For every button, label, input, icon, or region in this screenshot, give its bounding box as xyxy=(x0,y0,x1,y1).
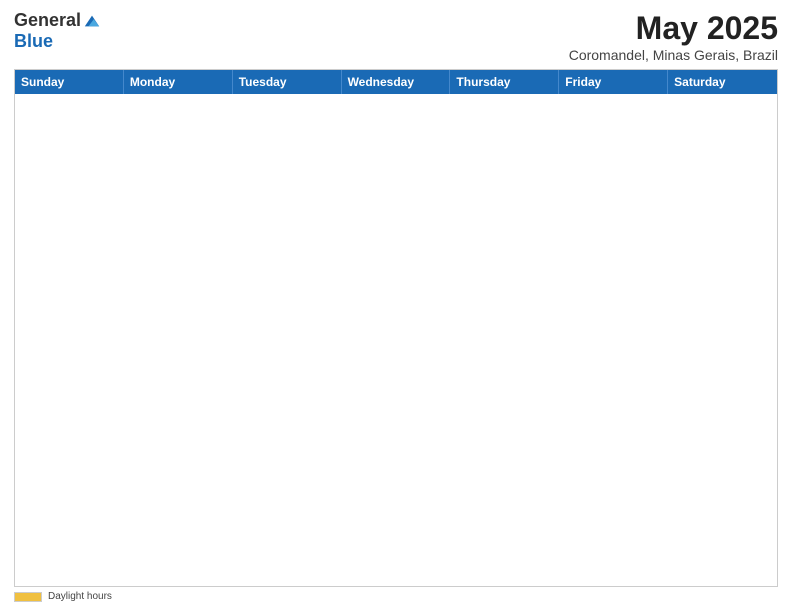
day-of-week-header: Sunday xyxy=(15,70,124,94)
calendar-header: SundayMondayTuesdayWednesdayThursdayFrid… xyxy=(15,70,777,94)
logo: General Blue xyxy=(14,10,101,52)
logo-general: General xyxy=(14,10,81,31)
day-of-week-header: Saturday xyxy=(668,70,777,94)
logo-general-bottom: Blue xyxy=(14,31,53,52)
day-of-week-header: Monday xyxy=(124,70,233,94)
header: General Blue May 2025 Coromandel, Minas … xyxy=(14,10,778,63)
logo-icon xyxy=(83,12,101,30)
title-location: Coromandel, Minas Gerais, Brazil xyxy=(569,47,778,63)
title-month: May 2025 xyxy=(569,10,778,47)
daylight-bar xyxy=(14,592,42,602)
calendar: SundayMondayTuesdayWednesdayThursdayFrid… xyxy=(14,69,778,587)
title-block: May 2025 Coromandel, Minas Gerais, Brazi… xyxy=(569,10,778,63)
day-of-week-header: Thursday xyxy=(450,70,559,94)
calendar-body xyxy=(15,94,777,586)
day-of-week-header: Friday xyxy=(559,70,668,94)
page: General Blue May 2025 Coromandel, Minas … xyxy=(0,0,792,612)
logo-text: General xyxy=(14,10,101,31)
day-of-week-header: Wednesday xyxy=(342,70,451,94)
day-of-week-header: Tuesday xyxy=(233,70,342,94)
footer: Daylight hours xyxy=(14,591,778,602)
daylight-label: Daylight hours xyxy=(48,591,112,602)
